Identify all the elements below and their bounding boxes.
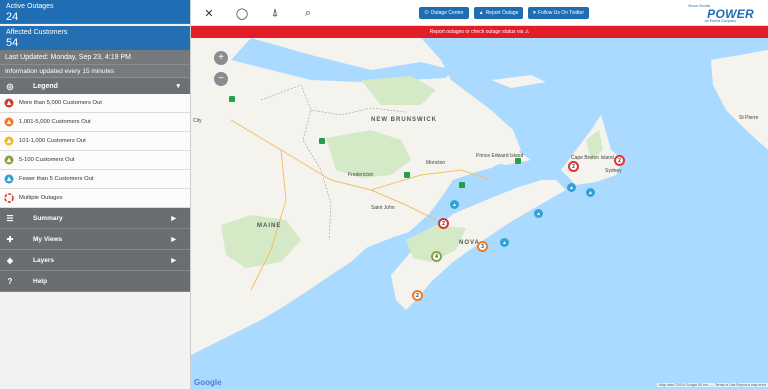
legend-item: 1,001-5,000 Customers Out (0, 113, 190, 132)
multiple-outages-icon (4, 193, 14, 203)
label-sydney: Sydney (605, 168, 622, 174)
label-quebec-city: City (193, 118, 202, 124)
brand-bottom: An Emera Company (704, 19, 736, 23)
outage-fewer-than-5-icon (4, 174, 14, 184)
compass-icon: ◎ (6, 81, 14, 91)
legend-label: Multiple Outages (19, 195, 63, 201)
map-area[interactable]: NEW BRUNSWICK MAINE NOVA Fredericton Sai… (191, 0, 768, 389)
label-saint-john: Saint John (371, 205, 395, 211)
legend-label: 5-100 Customers Out (19, 157, 75, 163)
nav-my-views-label: My Views (33, 235, 63, 243)
google-logo: Google (194, 378, 222, 387)
legend-title: Legend (33, 82, 58, 90)
layers-icon: ◈ (6, 255, 14, 265)
legend-header[interactable]: ◎ Legend ▾ (0, 78, 190, 94)
search-icon[interactable]: ⌕ (292, 0, 324, 26)
active-outages-value: 24 (6, 11, 19, 23)
outage-centre-label: Outage Centre (430, 10, 464, 16)
park-marker (319, 138, 325, 144)
twitter-label: Follow Us On Twitter (537, 10, 584, 16)
chevron-down-icon: ▾ (176, 83, 180, 90)
help-icon: ? (7, 276, 13, 286)
locate-icon[interactable]: ⍋ (259, 0, 291, 26)
legend-item: Multiple Outages (0, 189, 190, 208)
sidebar-empty-area (0, 305, 190, 389)
outage-marker-fewer-than-5[interactable]: ▲ (534, 209, 543, 218)
legend-item: More than 5,000 Customers Out (0, 94, 190, 113)
twitter-button[interactable]: ♥ Follow Us On Twitter (528, 7, 589, 19)
map-attribution[interactable]: Map data ©2019 Google 50 km ⎯⎯⎯ Terms of… (657, 383, 768, 387)
report-outage-button[interactable]: ▲ Report Outage (474, 7, 523, 19)
list-icon: ☰ (6, 213, 14, 223)
nav-help[interactable]: ? Help (0, 271, 190, 292)
label-moncton: Moncton (426, 160, 446, 166)
active-outages-label: Active Outages (6, 3, 54, 10)
update-frequency: Information updated every 15 minutes (0, 65, 190, 78)
outage-marker-fewer-than-5[interactable]: ▲ (586, 188, 595, 197)
park-marker (229, 96, 235, 102)
nav-layers[interactable]: ◈ Layers ▶ (0, 250, 190, 271)
outage-marker-fewer-than-5[interactable]: ▲ (567, 183, 576, 192)
legend-item: 101-1,000 Customers Out (0, 132, 190, 151)
chevron-right-icon: ▶ (171, 257, 176, 264)
legend-label: 1,001-5,000 Customers Out (19, 119, 91, 125)
legend-item: Fewer than 5 Customers Out (0, 170, 190, 189)
active-outages-block: Active Outages 24 (0, 0, 190, 24)
multiple-outage-marker[interactable]: 2 (412, 290, 423, 301)
multiple-outage-marker[interactable]: 2 (438, 218, 449, 229)
multiple-outage-marker[interactable]: 4 (431, 251, 442, 262)
label-new-brunswick: NEW BRUNSWICK (371, 117, 437, 123)
alert-text: Report outages or check outage status vi… (429, 29, 524, 35)
nav-summary[interactable]: ☰ Summary ▶ (0, 208, 190, 229)
label-cape-breton: Cape Breton Island (571, 155, 614, 161)
affected-customers-label: Affected Customers (6, 29, 68, 36)
multiple-outage-marker[interactable]: 3 (477, 241, 488, 252)
power-icon: ⏻ (424, 10, 429, 16)
circle-tool-icon[interactable]: ◯ (226, 0, 258, 26)
legend-label: Fewer than 5 Customers Out (19, 176, 94, 182)
sidebar: Active Outages 24 Affected Customers 54 … (0, 0, 191, 389)
alert-banner[interactable]: Report outages or check outage status vi… (191, 26, 768, 38)
close-icon[interactable]: ✕ (193, 0, 225, 26)
zoom-in-button[interactable]: + (214, 51, 228, 65)
label-st-pierre: St Pierre (739, 115, 759, 121)
outage-centre-button[interactable]: ⏻ Outage Centre (419, 7, 469, 19)
park-marker (459, 182, 465, 188)
outage-101-1000-icon (4, 136, 14, 146)
multiple-outage-marker[interactable]: 2 (614, 155, 625, 166)
plus-icon: ✚ (6, 234, 14, 244)
outage-marker-fewer-than-5[interactable]: ▲ (500, 238, 509, 247)
report-outage-label: Report Outage (485, 10, 519, 16)
outage-marker-fewer-than-5[interactable]: ▲ (450, 200, 459, 209)
legend-item: 5-100 Customers Out (0, 151, 190, 170)
label-fredericton: Fredericton (348, 172, 374, 178)
affected-customers-value: 54 (6, 37, 19, 49)
park-marker (404, 172, 410, 178)
outage-more-than-5000-icon (4, 98, 14, 108)
nav-summary-label: Summary (33, 214, 63, 222)
chevron-right-icon: ▶ (171, 236, 176, 243)
legend-label: 101-1,000 Customers Out (19, 138, 86, 144)
multiple-outage-marker[interactable]: 2 (568, 161, 579, 172)
zoom-out-button[interactable]: − (214, 72, 228, 86)
chevron-right-icon: ▶ (171, 215, 176, 222)
top-toolbar: ✕ ◯ ⍋ ⌕ ⏻ Outage Centre ▲ Report Outage … (191, 0, 768, 26)
last-updated: Last Updated: Monday, Sep 23, 4:19 PM (0, 50, 190, 65)
outage-5-100-icon (4, 155, 14, 165)
map-canvas[interactable] (191, 0, 768, 389)
warning-icon: ⚠ (524, 29, 530, 35)
park-marker (515, 158, 521, 164)
nav-my-views[interactable]: ✚ My Views ▶ (0, 229, 190, 250)
ns-power-logo: Nova Scotia POWER An Emera Company (684, 3, 754, 23)
warning-icon: ▲ (478, 10, 484, 16)
nav-help-label: Help (33, 277, 48, 285)
outage-1001-5000-icon (4, 117, 14, 127)
twitter-icon: ♥ (533, 10, 536, 16)
nav-layers-label: Layers (33, 256, 54, 264)
affected-customers-block: Affected Customers 54 (0, 26, 190, 50)
label-maine: MAINE (257, 223, 282, 229)
legend-label: More than 5,000 Customers Out (19, 100, 102, 106)
